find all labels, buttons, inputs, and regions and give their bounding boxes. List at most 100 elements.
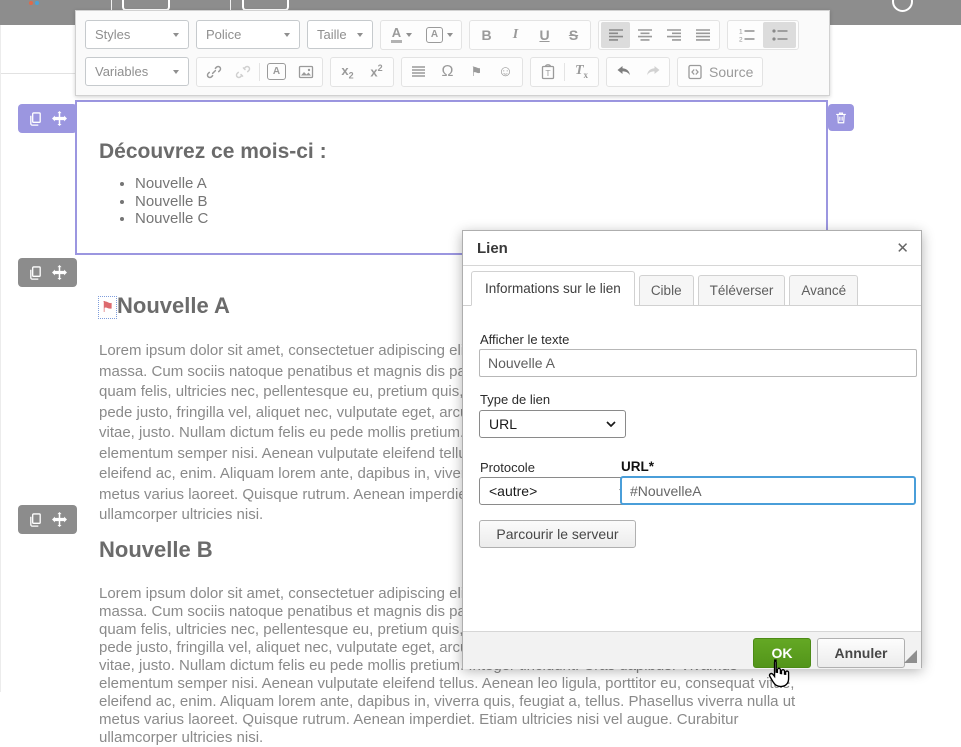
- move-icon[interactable]: [52, 111, 67, 126]
- tab-target[interactable]: Cible: [639, 275, 694, 306]
- variables-dropdown-label: Variables: [95, 64, 167, 79]
- svg-text:1: 1: [739, 28, 743, 35]
- remove-format-button[interactable]: Tx: [567, 59, 596, 85]
- intro-heading: Découvrez ce mois-ci :: [99, 140, 826, 164]
- horizontal-rule-icon: [411, 65, 426, 79]
- anchor-flag-icon: ⚑: [101, 300, 114, 315]
- block-handle-section-b[interactable]: [18, 505, 77, 534]
- editor-toolbar: Styles Police Taille A A B I U S: [75, 10, 830, 96]
- resize-grip[interactable]: [904, 650, 917, 663]
- undo-button[interactable]: [609, 59, 638, 85]
- copy-icon[interactable]: [28, 512, 43, 528]
- logo-dot-icon: [35, 1, 39, 5]
- script-button-group: x2 x2: [330, 57, 394, 87]
- tab-link-info[interactable]: Informations sur le lien: [471, 271, 635, 306]
- insert-button-group: Ω ⚑ ☺: [401, 57, 523, 87]
- chevron-down-icon: [606, 421, 616, 427]
- placeholder-icon: A: [267, 63, 286, 80]
- anchor-button[interactable]: ⚑: [462, 59, 491, 85]
- styles-dropdown-label: Styles: [95, 27, 167, 42]
- list-item[interactable]: Nouvelle C: [135, 210, 826, 228]
- intro-list: Nouvelle A Nouvelle B Nouvelle C: [99, 175, 826, 228]
- redo-button[interactable]: [638, 59, 667, 85]
- tab-upload[interactable]: Téléverser: [698, 275, 786, 306]
- link-button-group: A: [196, 57, 323, 87]
- redo-icon: [645, 65, 661, 78]
- dialog-title: Lien: [463, 231, 921, 266]
- numbered-list-button[interactable]: 12: [730, 22, 763, 48]
- text-color-button[interactable]: A: [383, 22, 420, 48]
- align-center-button[interactable]: [630, 22, 659, 48]
- link-type-select[interactable]: URL: [479, 410, 626, 438]
- protocol-select[interactable]: <autre>: [479, 477, 639, 505]
- superscript-button[interactable]: x2: [362, 59, 391, 85]
- source-button-label: Source: [709, 64, 753, 80]
- paste-from-word-button[interactable]: T: [533, 59, 562, 85]
- strikethrough-button[interactable]: S: [559, 22, 588, 48]
- justify-icon: [695, 28, 711, 42]
- toolbar-separator: [259, 63, 260, 81]
- cancel-button[interactable]: Annuler: [817, 638, 905, 668]
- source-icon: [687, 64, 703, 80]
- move-icon[interactable]: [52, 512, 67, 527]
- horizontal-rule-button[interactable]: [404, 59, 433, 85]
- chevron-down-icon: [173, 70, 179, 74]
- anchor-marker[interactable]: ⚑: [98, 296, 117, 319]
- numbered-list-icon: 12: [739, 28, 755, 42]
- font-dropdown-label: Police: [206, 27, 278, 42]
- dialog-tabs: Informations sur le lien Cible Téléverse…: [463, 271, 921, 306]
- background-color-button[interactable]: A: [420, 22, 459, 48]
- align-left-button[interactable]: [601, 22, 630, 48]
- list-item[interactable]: Nouvelle B: [135, 193, 826, 211]
- bullet-list-button[interactable]: [763, 22, 796, 48]
- copy-icon[interactable]: [28, 265, 43, 281]
- browse-server-button[interactable]: Parcourir le serveur: [479, 520, 636, 548]
- align-right-button[interactable]: [659, 22, 688, 48]
- justify-button[interactable]: [688, 22, 717, 48]
- paste-icon: T: [540, 64, 556, 80]
- list-item[interactable]: Nouvelle A: [135, 175, 826, 193]
- move-icon[interactable]: [52, 265, 67, 280]
- source-button[interactable]: Source: [677, 57, 763, 87]
- bold-button[interactable]: B: [472, 22, 501, 48]
- special-character-button[interactable]: Ω: [433, 59, 462, 85]
- toolbar-row-1: Styles Police Taille A A B I U S: [85, 19, 820, 50]
- list-button-group: 12: [727, 20, 799, 50]
- font-size-dropdown[interactable]: Taille: [307, 20, 373, 49]
- unlink-button[interactable]: [228, 59, 257, 85]
- chevron-down-icon: [447, 33, 453, 37]
- ok-button[interactable]: OK: [753, 638, 811, 668]
- chevron-down-icon: [173, 33, 179, 37]
- font-dropdown[interactable]: Police: [196, 20, 300, 49]
- placeholder-button[interactable]: A: [262, 59, 291, 85]
- history-button-group: [606, 57, 670, 87]
- link-button[interactable]: [199, 59, 228, 85]
- close-icon[interactable]: ✕: [896, 239, 909, 257]
- styles-dropdown[interactable]: Styles: [85, 20, 189, 49]
- delete-block-button[interactable]: [828, 104, 854, 131]
- section-b-title[interactable]: Nouvelle B: [99, 537, 213, 563]
- variables-dropdown[interactable]: Variables: [85, 57, 189, 86]
- underline-button[interactable]: U: [530, 22, 559, 48]
- link-type-label: Type de lien: [480, 392, 550, 407]
- display-text-input[interactable]: [479, 349, 917, 377]
- block-handle-section-a[interactable]: [18, 258, 77, 287]
- tab-advanced[interactable]: Avancé: [789, 275, 858, 306]
- url-input[interactable]: [620, 476, 916, 505]
- align-left-icon: [608, 28, 624, 42]
- subheader-rule: [0, 73, 75, 74]
- section-a-title[interactable]: Nouvelle A: [117, 293, 230, 319]
- subscript-icon: x2: [341, 63, 353, 81]
- align-button-group: [598, 20, 720, 50]
- profile-icon[interactable]: [892, 0, 913, 12]
- copy-icon[interactable]: [28, 111, 43, 127]
- subscript-button[interactable]: x2: [333, 59, 362, 85]
- clipboard-button-group: T Tx: [530, 57, 599, 87]
- smiley-button[interactable]: ☺: [491, 59, 520, 85]
- image-button[interactable]: [291, 59, 320, 85]
- italic-button[interactable]: I: [501, 22, 530, 48]
- strikethrough-icon: S: [569, 27, 578, 43]
- block-handle-intro[interactable]: [18, 104, 77, 133]
- protocol-value: <autre>: [489, 483, 619, 499]
- protocol-label: Protocole: [480, 460, 535, 475]
